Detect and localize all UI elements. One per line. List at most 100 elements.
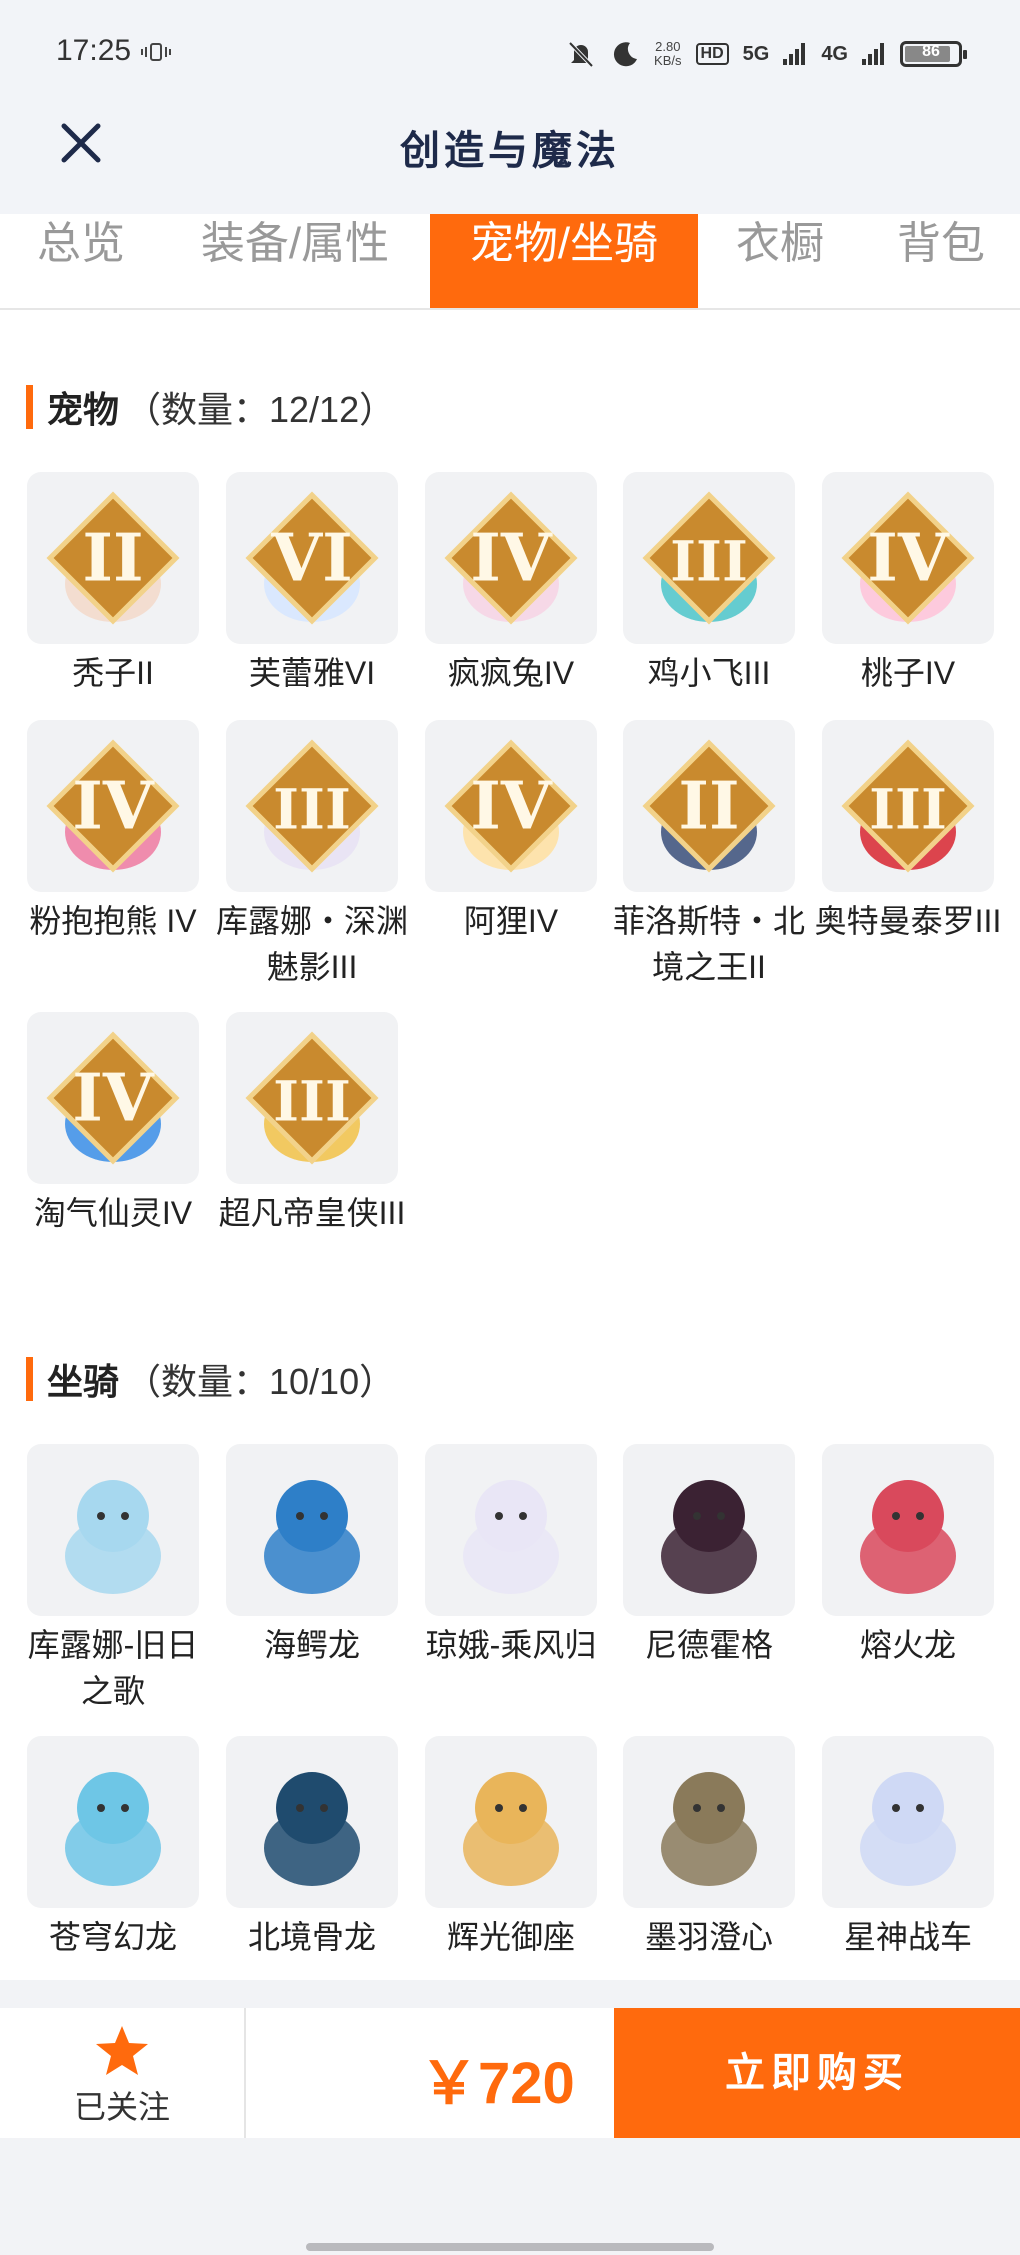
item-card[interactable]: 星神战车 [822,1736,994,1960]
item-thumbnail: III [226,720,398,892]
item-card[interactable]: III 库露娜・深渊魅影III [216,720,408,990]
item-card[interactable]: 尼德霍格 [623,1444,795,1668]
item-label: 奥特曼泰罗III [814,903,1002,939]
svg-text:III: III [273,778,351,843]
item-card[interactable]: IV 阿狸IV [425,720,597,944]
follow-button[interactable]: 已关注 [0,2008,246,2138]
item-label: 淘气仙灵IV [33,1195,193,1231]
buy-now-button[interactable]: 立即购买 [614,2008,1020,2138]
item-label: 疯疯兔IV [447,655,575,691]
svg-text:IV: IV [470,521,553,597]
tab-backpack[interactable]: 背包 [870,214,1012,308]
item-label: 北境骨龙 [247,1919,376,1955]
tab-bar: 总览 装备/属性 宠物/坐骑 衣橱 背包 [0,214,1020,310]
vibrate-icon [141,43,171,61]
item-thumbnail: IV [27,720,199,892]
item-card[interactable]: II 菲洛斯特・北境之王II [613,720,805,990]
item-label: 粉抱抱熊 IV [29,903,197,939]
section-name: 坐骑 [47,1361,120,1402]
item-label: 阿狸IV [463,903,559,939]
item-card[interactable]: III 鸡小飞III [623,472,795,696]
tier-badge: II [642,739,776,873]
bottom-action-bar: 已关注 ￥720 立即购买 [0,2008,1020,2138]
item-card[interactable]: 苍穹幻龙 [27,1736,199,1960]
item-card[interactable]: 北境骨龙 [226,1736,398,1960]
status-bar: 17:25 2.80 KB/s HD 5G 4G 86 [0,0,1020,110]
item-card[interactable]: VI 芙蕾雅VI [226,472,398,696]
item-label: 辉光御座 [446,1919,575,1955]
section-count: （数量：10/10） [125,1361,396,1402]
lava-dragon-mount-icon [860,1480,956,1594]
item-card[interactable]: 辉光御座 [425,1736,597,1960]
svg-text:IV: IV [867,521,950,597]
svg-text:II: II [678,769,739,845]
item-label: 库露娜・深渊魅影III [215,903,408,985]
item-label: 库露娜-旧日之歌 [27,1627,199,1709]
network-speed: 2.80 KB/s [654,39,682,68]
item-thumbnail [822,1444,994,1616]
sea-dragon-mount-icon [264,1480,360,1594]
svg-text:III: III [273,1070,351,1135]
tier-badge: IV [46,739,180,873]
follow-label: 已关注 [73,2089,170,2125]
item-card[interactable]: 海鳄龙 [226,1444,398,1668]
tab-wardrobe[interactable]: 衣橱 [718,214,842,308]
price: ￥720 [420,2051,575,2116]
item-card[interactable]: IV 桃子IV [822,472,994,696]
item-label: 桃子IV [860,655,956,691]
item-label: 鸡小飞III [647,655,771,691]
ink-feather-mount-icon [661,1772,757,1886]
hd-indicator: HD [695,43,729,65]
item-thumbnail [623,1444,795,1616]
section-accent-bar [26,1357,33,1401]
item-label: 超凡帝皇侠III [218,1195,406,1231]
item-label: 苍穹幻龙 [48,1919,177,1955]
item-thumbnail: IV [27,1012,199,1184]
item-label: 菲洛斯特・北境之王II [612,903,805,985]
item-label: 秃子II [72,655,154,691]
item-card[interactable]: IV 淘气仙灵IV [27,1012,199,1236]
qiong-e-mount-icon [463,1480,559,1594]
svg-text:III: III [670,530,748,595]
item-card[interactable]: III 奥特曼泰罗III [815,720,1001,944]
svg-text:III: III [869,778,947,843]
svg-text:IV: IV [72,769,155,845]
item-card[interactable]: IV 疯疯兔IV [425,472,597,696]
item-thumbnail [425,1444,597,1616]
tier-badge: III [245,739,379,873]
item-card[interactable]: II 秃子II [27,472,199,696]
tier-badge: IV [444,739,578,873]
item-thumbnail: IV [425,720,597,892]
item-label: 星神战车 [843,1919,972,1955]
item-label: 海鳄龙 [263,1627,360,1663]
tab-pets-mounts[interactable]: 宠物/坐骑 [430,214,698,308]
item-card[interactable]: 熔火龙 [822,1444,994,1668]
item-thumbnail: VI [226,472,398,644]
item-card[interactable]: 琼娥-乘风归 [425,1444,597,1668]
svg-text:IV: IV [470,769,553,845]
glow-throne-mount-icon [463,1772,559,1886]
item-thumbnail: II [623,720,795,892]
item-label: 熔火龙 [859,1627,956,1663]
item-thumbnail: III [623,472,795,644]
item-thumbnail [425,1736,597,1908]
network-5g: 5G [742,42,770,65]
item-card[interactable]: IV 粉抱抱熊 IV [27,720,199,944]
page-title: 创造与魔法 [400,127,620,174]
mounts-section-title: 坐骑 （数量：10/10） [26,1356,395,1402]
item-card[interactable]: III 超凡帝皇侠III [219,1012,405,1236]
item-card[interactable]: 库露娜-旧日之歌 [27,1444,199,1714]
item-label: 琼娥-乘风归 [425,1627,597,1663]
tier-badge: III [245,1031,379,1165]
status-time: 17:25 [56,34,132,67]
item-thumbnail: IV [425,472,597,644]
item-label: 芙蕾雅VI [248,655,376,691]
item-card[interactable]: 墨羽澄心 [623,1736,795,1960]
item-thumbnail [27,1444,199,1616]
content-area: 宠物 （数量：12/12） II 秃子II VI 芙蕾雅VI IV 疯疯兔IV III 鸡小飞… [0,310,1020,1980]
pets-section-title: 宠物 （数量：12/12） [26,384,395,430]
tab-equipment[interactable]: 装备/属性 [180,214,410,308]
home-indicator[interactable] [306,2243,714,2251]
tab-overview[interactable]: 总览 [0,214,162,308]
item-label: 墨羽澄心 [644,1919,773,1955]
